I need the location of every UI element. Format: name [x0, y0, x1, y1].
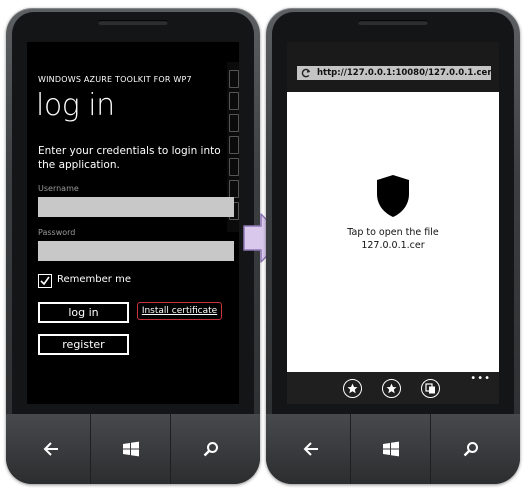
tabs-button[interactable] [421, 379, 440, 398]
add-favorite-button[interactable] [343, 379, 362, 398]
back-icon [43, 441, 58, 456]
hardware-button-bar [266, 414, 520, 484]
install-certificate-link[interactable]: Install certificate [137, 302, 222, 320]
open-file-instruction: Tap to open the file [347, 227, 439, 238]
search-icon [203, 441, 218, 456]
login-screen: WINDOWS AZURE TOOLKIT FOR WP7 log in Ent… [27, 42, 239, 404]
checkmark-icon [40, 276, 50, 286]
favorites-icon [386, 383, 397, 394]
url-text: http://127.0.0.1:10080/127.0.0.1.cer [317, 68, 492, 78]
hardware-button-bar [6, 414, 260, 484]
start-button[interactable] [352, 414, 431, 484]
password-label: Password [38, 228, 76, 237]
app-bar: ••• [287, 372, 499, 404]
shield-icon[interactable] [374, 174, 412, 218]
speaker-grill [98, 20, 168, 25]
browser-screen: http://127.0.0.1:10080/127.0.0.1.cer Tap… [287, 42, 499, 404]
favorites-button[interactable] [382, 379, 401, 398]
search-icon [463, 441, 478, 456]
windows-start-icon [123, 441, 139, 456]
back-button[interactable] [12, 414, 91, 484]
open-file-message[interactable]: Tap to open the file 127.0.0.1.cer [287, 226, 499, 252]
phone-right: http://127.0.0.1:10080/127.0.0.1.cer Tap… [266, 8, 520, 484]
login-button[interactable]: log in [38, 302, 129, 323]
tabs-icon [425, 383, 435, 394]
app-title: WINDOWS AZURE TOOLKIT FOR WP7 [38, 75, 192, 84]
username-label: Username [38, 184, 79, 193]
refresh-icon[interactable] [301, 68, 311, 78]
start-button[interactable] [92, 414, 171, 484]
password-input[interactable] [38, 241, 234, 261]
username-input[interactable] [38, 197, 234, 217]
address-field[interactable]: http://127.0.0.1:10080/127.0.0.1.cer [297, 66, 492, 80]
file-name: 127.0.0.1.cer [361, 240, 425, 251]
search-button[interactable] [172, 414, 250, 484]
search-button[interactable] [432, 414, 510, 484]
add-favorite-icon [347, 383, 358, 394]
more-options[interactable]: ••• [470, 373, 491, 384]
description-text: Enter your credentials to login into the… [38, 145, 221, 171]
phone-left: WINDOWS AZURE TOOLKIT FOR WP7 log in Ent… [6, 8, 260, 484]
register-button[interactable]: register [38, 334, 129, 355]
back-icon [303, 441, 318, 456]
windows-start-icon [383, 441, 399, 456]
browser-address-bar: http://127.0.0.1:10080/127.0.0.1.cer [287, 42, 499, 92]
back-button[interactable] [272, 414, 351, 484]
speaker-grill [358, 20, 428, 25]
page-title: log in [36, 88, 115, 123]
remember-me-label: Remember me [57, 274, 131, 285]
remember-me-checkbox[interactable] [38, 274, 52, 288]
